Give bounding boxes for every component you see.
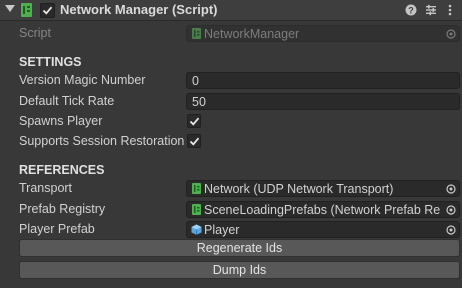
version-magic-number-label: Version Magic Number <box>19 73 146 87</box>
prefab-cube-icon <box>191 224 202 235</box>
script-value: NetworkManager <box>204 27 300 41</box>
presets-icon[interactable] <box>424 3 438 17</box>
version-magic-number-field[interactable]: 0 <box>186 72 460 89</box>
supports-session-restoration-checkbox[interactable] <box>187 134 201 148</box>
csharp-script-icon <box>192 183 201 194</box>
script-label: Script <box>19 26 51 40</box>
kebab-menu-icon[interactable] <box>443 3 457 17</box>
prefab-registry-label: Prefab Registry <box>19 202 106 216</box>
spawns-player-label: Spawns Player <box>19 114 103 128</box>
foldout-arrow-icon[interactable] <box>5 5 15 12</box>
help-icon[interactable]: ? <box>404 3 418 17</box>
default-tick-rate-value: 50 <box>192 95 206 109</box>
player-prefab-value: Player <box>204 223 240 237</box>
dump-ids-button[interactable]: Dump Ids <box>19 261 460 279</box>
player-prefab-label: Player Prefab <box>19 222 95 236</box>
checkmark-icon <box>189 117 199 126</box>
script-field: NetworkManager <box>186 25 460 42</box>
component-title: Network Manager (Script) <box>60 2 218 17</box>
regenerate-ids-button[interactable]: Regenerate Ids <box>19 239 460 257</box>
csharp-script-icon <box>192 204 201 215</box>
transport-value: Network (UDP Network Transport) <box>204 182 394 196</box>
prefab-registry-field[interactable]: SceneLoadingPrefabs (Network Prefab Re <box>186 201 460 218</box>
checkmark-icon <box>42 6 53 15</box>
svg-text:?: ? <box>408 5 414 15</box>
component-enabled-checkbox[interactable] <box>40 3 55 18</box>
csharp-script-icon <box>192 28 201 39</box>
references-header: REFERENCES <box>19 163 105 177</box>
version-magic-number-value: 0 <box>192 74 199 88</box>
prefab-registry-value: SceneLoadingPrefabs (Network Prefab Re <box>204 203 441 217</box>
object-picker-icon[interactable] <box>442 181 459 196</box>
spawns-player-checkbox[interactable] <box>187 114 201 128</box>
default-tick-rate-field[interactable]: 50 <box>186 93 460 110</box>
object-picker-icon[interactable] <box>442 222 459 237</box>
transport-field[interactable]: Network (UDP Network Transport) <box>186 180 460 197</box>
component-header[interactable]: Network Manager (Script) ? <box>0 0 462 21</box>
supports-session-restoration-label: Supports Session Restoration <box>19 134 185 148</box>
object-picker-icon <box>442 26 459 41</box>
checkmark-icon <box>189 137 199 146</box>
transport-label: Transport <box>19 181 73 195</box>
player-prefab-field[interactable]: Player <box>186 221 460 238</box>
default-tick-rate-label: Default Tick Rate <box>19 94 115 108</box>
settings-header: SETTINGS <box>19 55 82 69</box>
csharp-script-icon <box>21 3 32 17</box>
object-picker-icon[interactable] <box>442 202 459 217</box>
